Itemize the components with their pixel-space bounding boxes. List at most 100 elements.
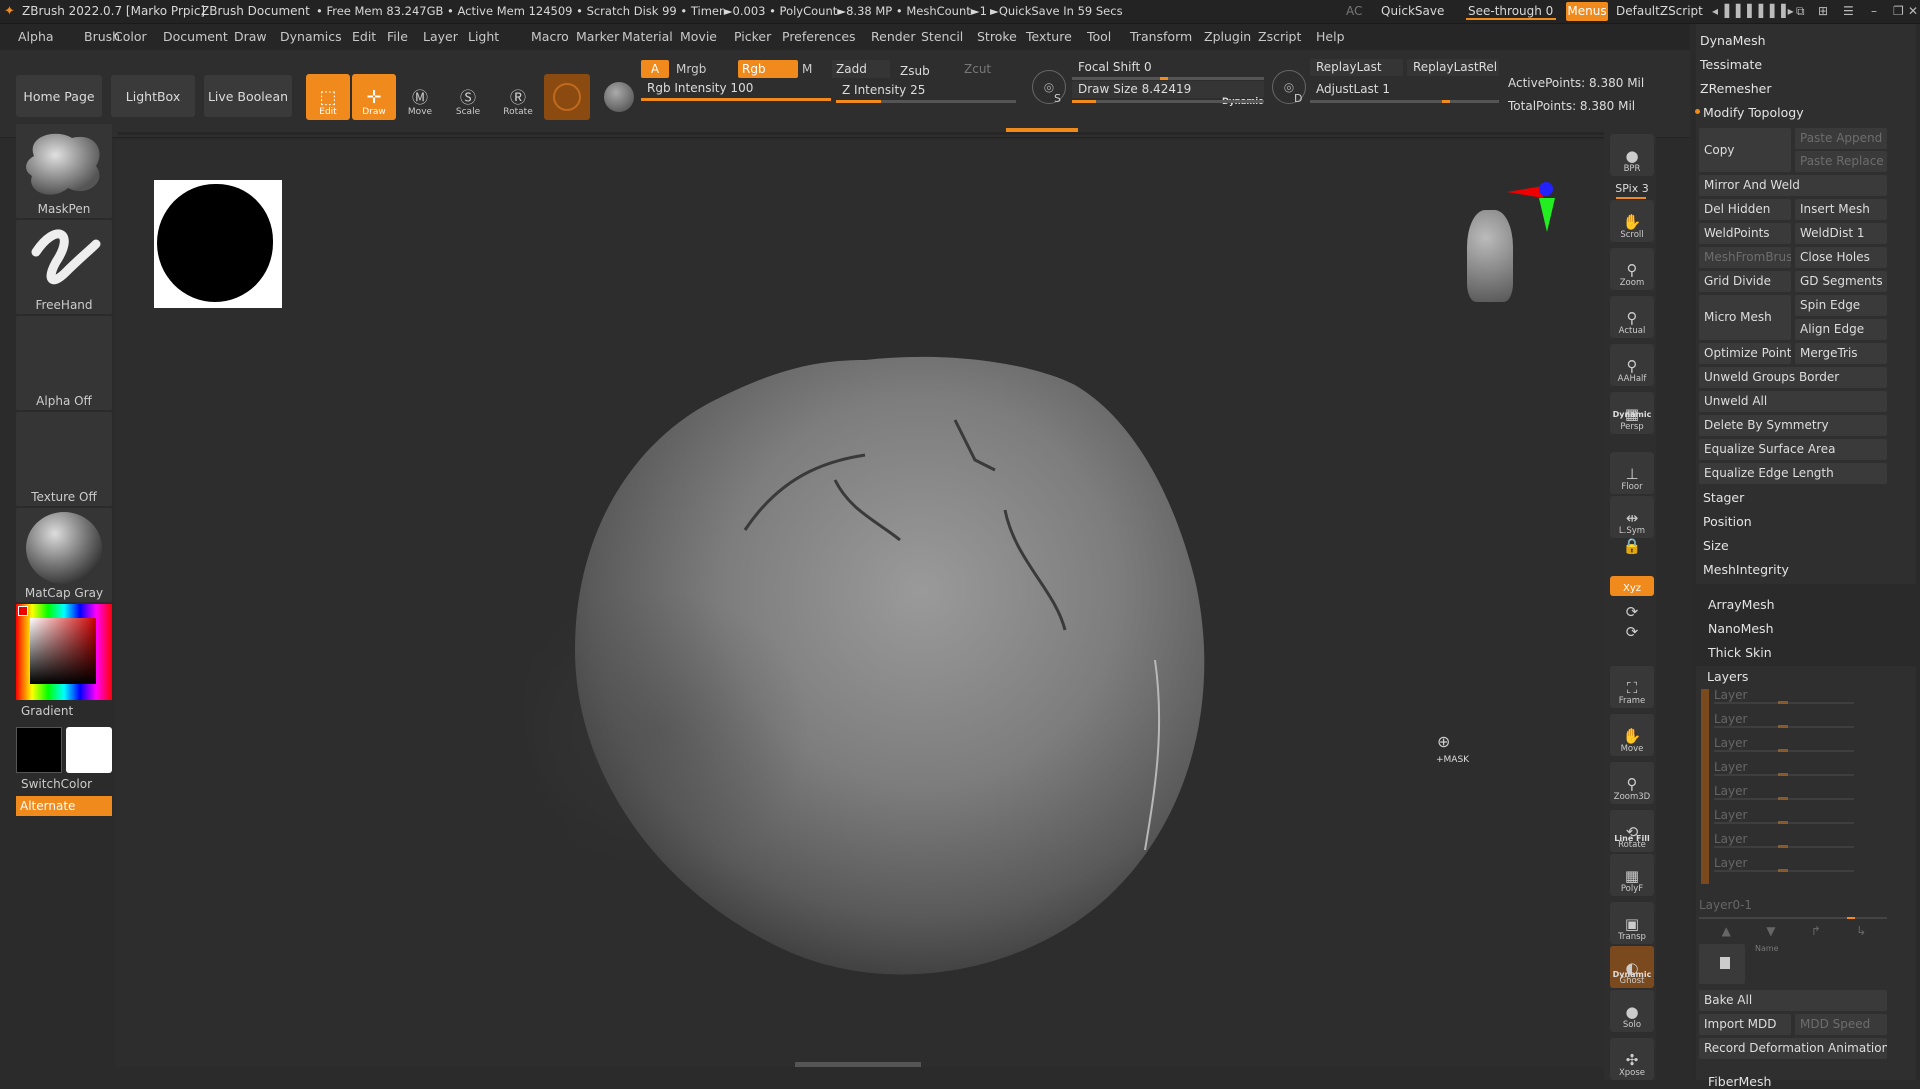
color-picker[interactable] [16, 604, 112, 700]
secondary-color-swatch[interactable] [66, 727, 112, 773]
menu-layer[interactable]: Layer [423, 29, 458, 44]
gradient-label[interactable]: Gradient [21, 704, 73, 718]
rgb-intensity-slider[interactable]: Rgb Intensity 100 [641, 80, 831, 97]
bottom-tray-handle[interactable] [795, 1062, 921, 1067]
menu-stencil[interactable]: Stencil [921, 29, 963, 44]
scale-tool-button[interactable]: Ⓢ Scale [446, 74, 490, 120]
menu-draw[interactable]: Draw [234, 29, 267, 44]
layer01-track[interactable] [1699, 917, 1887, 919]
position-header[interactable]: Position [1703, 514, 1752, 529]
xpose-button[interactable]: ✣ Xpose [1610, 1038, 1654, 1080]
weldpoints-button[interactable]: WeldPoints [1699, 223, 1791, 244]
menu-movie[interactable]: Movie [680, 29, 717, 44]
m-toggle[interactable]: M [802, 60, 822, 78]
layers-header[interactable]: Layers [1707, 669, 1748, 684]
layer-strength-track[interactable] [1714, 773, 1854, 776]
layer-redo-icon[interactable]: ↱ [1811, 924, 1821, 940]
menu-edit[interactable]: Edit [352, 29, 376, 44]
paste-append-button[interactable]: Paste Append [1795, 128, 1887, 149]
menu-marker[interactable]: Marker [576, 29, 619, 44]
frame-button[interactable]: ⛶ Frame [1610, 666, 1654, 708]
stager-header[interactable]: Stager [1703, 490, 1744, 505]
polyf-button[interactable]: ▦ PolyF [1610, 854, 1654, 896]
zsub-toggle[interactable]: Zsub [896, 62, 954, 80]
spix-track[interactable] [1616, 197, 1646, 199]
close-holes-button[interactable]: Close Holes [1795, 247, 1887, 268]
insert-mesh-button[interactable]: Insert Mesh [1795, 199, 1887, 220]
layer-strength-track[interactable] [1714, 797, 1854, 800]
menu-render[interactable]: Render [871, 29, 916, 44]
menu-zscript[interactable]: Zscript [1258, 29, 1301, 44]
layer-row[interactable]: Layer [1714, 832, 1884, 854]
move-tool-button[interactable]: Ⓜ Move [398, 74, 442, 120]
zoom-button[interactable]: ⚲ Zoom [1610, 248, 1654, 290]
adjust-last-track[interactable] [1310, 100, 1499, 103]
primary-color-swatch[interactable] [16, 727, 62, 773]
layer-strength-track[interactable] [1714, 749, 1854, 752]
layer-name-button[interactable]: Name [1755, 944, 1779, 953]
switch-color-button[interactable]: SwitchColor [21, 777, 92, 791]
optimize-points-button[interactable]: Optimize Points [1699, 343, 1791, 364]
default-script-button[interactable]: DefaultZScript [1616, 4, 1703, 18]
lightbox-button[interactable]: LightBox [111, 75, 195, 117]
paste-replace-button[interactable]: Paste Replace [1795, 151, 1887, 172]
spix-slider[interactable]: SPix 3 [1610, 182, 1654, 198]
z-intensity-track[interactable] [836, 100, 1016, 103]
tessimate-button[interactable]: Tessimate [1700, 57, 1762, 72]
mrgb-toggle[interactable]: Mrgb [672, 60, 734, 78]
rgb-toggle[interactable]: Rgb [738, 60, 798, 78]
layer-row[interactable]: Layer [1714, 688, 1884, 710]
meshfrombrush-button[interactable]: MeshFromBrush [1699, 247, 1791, 268]
brush-selector[interactable]: MaskPen [16, 124, 112, 218]
meshintegrity-header[interactable]: MeshIntegrity [1703, 562, 1789, 577]
bpr-button[interactable]: ● BPR [1610, 134, 1654, 176]
solo-button[interactable]: ● Solo [1610, 990, 1654, 1032]
alpha-selector[interactable]: Alpha Off [16, 316, 112, 410]
nanomesh-header[interactable]: NanoMesh [1708, 621, 1774, 636]
menus-toggle[interactable]: Menus [1566, 2, 1608, 21]
move-layer-down-icon[interactable]: ▼ [1766, 924, 1775, 940]
rotation-mode-12-button[interactable]: ⟳ [1610, 624, 1654, 642]
menu-material[interactable]: Material [622, 29, 673, 44]
edit-tool-button[interactable]: ⬚ Edit [306, 74, 350, 120]
canvas-viewport[interactable]: ⊕ +MASK [115, 140, 1608, 1067]
scroll-button[interactable]: ✋ Scroll [1610, 200, 1654, 242]
unweld-all-button[interactable]: Unweld All [1699, 391, 1887, 412]
l-sym-button[interactable]: ⇹ L.Sym [1610, 496, 1654, 538]
color-square[interactable] [30, 618, 96, 684]
rotation-mode-11-button[interactable]: ⟳ [1610, 604, 1654, 622]
navigation-gizmo[interactable] [1467, 182, 1557, 302]
draw-tool-button[interactable]: ✛ Draw [352, 74, 396, 120]
rotate-button[interactable]: ⟲ Rotate [1610, 810, 1654, 852]
alternate-toggle[interactable]: Alternate [16, 796, 112, 816]
transp-button[interactable]: ▣ Transp [1610, 902, 1654, 944]
menu-document[interactable]: Document [163, 29, 228, 44]
menu-texture[interactable]: Texture [1026, 29, 1072, 44]
layer-row[interactable]: Layer [1714, 808, 1884, 830]
texture-selector[interactable]: Texture Off [16, 412, 112, 506]
equalize-edge-length-button[interactable]: Equalize Edge Length [1699, 463, 1887, 484]
ghost-button[interactable]: ◐ Ghost [1610, 946, 1654, 988]
gd-segments-slider[interactable]: GD Segments 3 [1795, 271, 1887, 292]
actual-button[interactable]: ⚲ Actual [1610, 296, 1654, 338]
micro-mesh-button[interactable]: Micro Mesh [1699, 295, 1791, 340]
mdd-speed-slider[interactable]: MDD Speed [1795, 1014, 1887, 1035]
layer-strength-track[interactable] [1714, 701, 1854, 704]
dynamesh-button[interactable]: DynaMesh [1700, 33, 1766, 48]
stroke-selector[interactable]: FreeHand [16, 220, 112, 314]
replay-last-button[interactable]: ReplayLast [1310, 59, 1403, 76]
menu-stroke[interactable]: Stroke [977, 29, 1017, 44]
spin-edge-button[interactable]: Spin Edge [1795, 295, 1887, 316]
copy-button[interactable]: Copy [1699, 128, 1791, 172]
grid-divide-button[interactable]: Grid Divide [1699, 271, 1791, 292]
size-header[interactable]: Size [1703, 538, 1729, 553]
menu-icon[interactable]: ☰ [1843, 4, 1854, 18]
aahalf-button[interactable]: ⚲ AAHalf [1610, 344, 1654, 386]
home-page-button[interactable]: Home Page [16, 75, 102, 117]
thick-skin-header[interactable]: Thick Skin [1708, 645, 1772, 660]
layout-slider-icon[interactable]: ▐▐▐▸ [1754, 4, 1796, 18]
draw-size-track[interactable] [1072, 100, 1264, 103]
floor-button[interactable]: ⊥ Floor [1610, 452, 1654, 494]
maximize-icon[interactable]: ❐ [1893, 4, 1904, 18]
rotation-mode-9-button[interactable]: 🔒 [1610, 538, 1654, 556]
